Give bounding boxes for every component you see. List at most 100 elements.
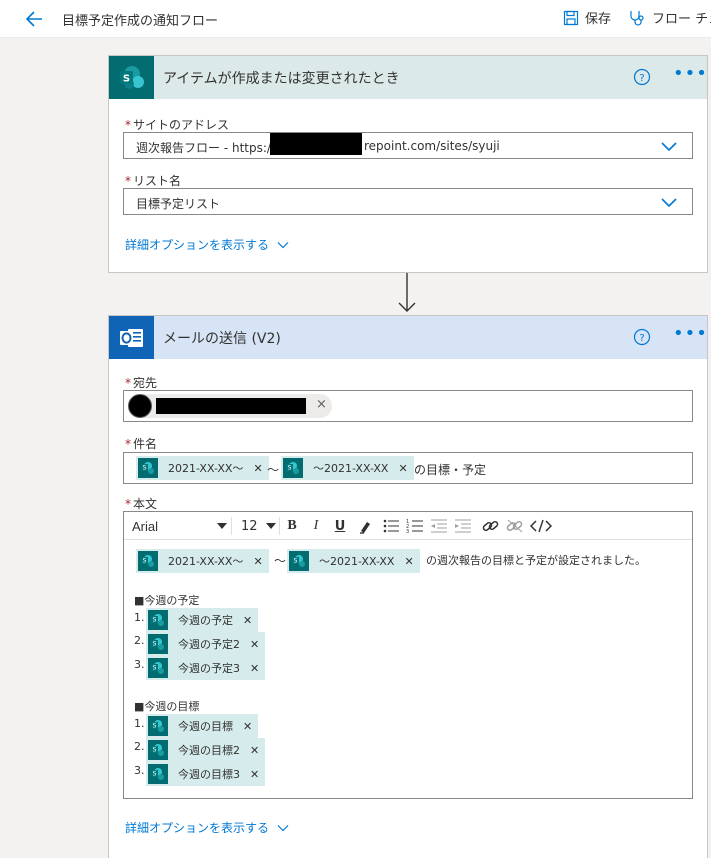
close-icon[interactable]: ✕	[250, 638, 259, 651]
close-icon[interactable]: ✕	[250, 768, 259, 781]
dynamic-content-token[interactable]: S ～2021-XX-XX ✕	[287, 549, 420, 573]
list-name-dropdown[interactable]: 目標予定リスト	[123, 188, 693, 215]
token-label: 今週の予定3	[178, 662, 240, 675]
close-icon[interactable]: ✕	[250, 744, 259, 757]
dynamic-content-token[interactable]: S 今週の目標3 ✕	[146, 762, 266, 786]
sharepoint-icon: S	[148, 716, 168, 736]
token-label: 2021-XX-XX～	[168, 555, 244, 568]
close-icon[interactable]: ✕	[404, 555, 413, 568]
dynamic-content-token[interactable]: S 2021-XX-XX～ ✕	[136, 549, 269, 573]
recipient-chip[interactable]: ×	[128, 394, 332, 418]
token-label: ～2021-XX-XX	[319, 555, 395, 568]
subject-suffix: の目標・予定	[414, 463, 487, 477]
token-label: 今週の予定	[178, 614, 233, 627]
token-label: 今週の予定2	[178, 638, 240, 651]
dynamic-content-token[interactable]: S 今週の予定2 ✕	[146, 632, 266, 656]
link-icon[interactable]	[482, 517, 500, 535]
list-name-value: 目標予定リスト	[136, 197, 221, 211]
save-button[interactable]: 保存	[563, 8, 611, 27]
more-options-icon[interactable]: •••	[673, 65, 708, 83]
dynamic-content-token[interactable]: S 2021-XX-XX～ ✕	[136, 456, 269, 480]
list-name-label: * リスト名	[125, 174, 182, 188]
svg-text:S: S	[288, 465, 292, 472]
command-bar: 目標予定作成の通知フロー 保存 フロー チェッ	[0, 0, 711, 38]
italic-icon[interactable]: I	[308, 517, 324, 535]
svg-text:S: S	[153, 771, 157, 778]
subject-field[interactable]: S 2021-XX-XX～ ✕ ～ S ～2021-XX-XX ✕ の目標・予定	[123, 452, 693, 484]
show-advanced-options-link[interactable]: 詳細オプションを表示する	[125, 236, 289, 253]
subject-separator: ～	[267, 463, 280, 477]
font-family-select[interactable]: Arial	[128, 517, 232, 535]
close-icon[interactable]: ×	[316, 397, 327, 412]
token-label: ～2021-XX-XX	[313, 462, 389, 475]
font-size-value: 12	[241, 518, 258, 534]
site-address-value-suffix: repoint.com/sites/syuji	[364, 139, 500, 153]
trigger-card-header[interactable]: S アイテムが作成または変更されたとき ? •••	[109, 56, 707, 99]
close-icon[interactable]: ✕	[253, 555, 262, 568]
sharepoint-icon: S	[148, 740, 168, 760]
dynamic-content-token[interactable]: S 今週の予定 ✕	[146, 608, 259, 632]
increase-indent-icon[interactable]	[454, 517, 472, 535]
site-address-dropdown[interactable]: 週次報告フロー - https:// repoint.com/sites/syu…	[123, 132, 693, 159]
list-number: 1.	[134, 717, 145, 730]
sharepoint-icon: S	[109, 56, 154, 99]
show-advanced-options-link[interactable]: 詳細オプションを表示する	[125, 819, 289, 836]
unlink-icon[interactable]	[506, 517, 524, 535]
numbered-list-icon[interactable]: 123	[406, 517, 424, 535]
redacted-block	[156, 398, 306, 414]
send-email-card-header[interactable]: メールの送信 (V2) ? •••	[109, 316, 707, 359]
caret-down-icon	[217, 523, 227, 529]
bold-icon[interactable]: B	[284, 517, 300, 535]
body-sentence: の週次報告の目標と予定が設定されました。	[426, 554, 646, 567]
svg-text:S: S	[153, 747, 157, 754]
highlighter-icon[interactable]	[358, 517, 374, 535]
chevron-down-icon[interactable]	[660, 195, 678, 209]
send-email-title: メールの送信 (V2)	[163, 331, 281, 347]
dynamic-content-token[interactable]: S 今週の目標 ✕	[146, 714, 259, 738]
dynamic-content-token[interactable]: S ～2021-XX-XX ✕	[281, 456, 414, 480]
close-icon[interactable]: ✕	[398, 462, 407, 475]
to-field[interactable]: ×	[123, 390, 693, 422]
close-icon[interactable]: ✕	[243, 614, 252, 627]
svg-text:S: S	[143, 465, 147, 472]
close-icon[interactable]: ✕	[243, 720, 252, 733]
flow-title: 目標予定作成の通知フロー	[62, 14, 219, 29]
list-number: 2.	[134, 634, 145, 647]
avatar	[128, 394, 152, 418]
more-options-icon[interactable]: •••	[673, 325, 708, 343]
flow-checker-button[interactable]: フロー チェッ	[628, 8, 711, 27]
svg-text:S: S	[153, 641, 157, 648]
sharepoint-icon: S	[138, 458, 158, 478]
help-icon[interactable]: ?	[633, 328, 651, 346]
body-label: * 本文	[125, 497, 158, 511]
chevron-down-icon[interactable]	[660, 139, 678, 153]
svg-text:S: S	[143, 558, 147, 565]
font-size-select[interactable]: 12	[238, 517, 280, 535]
advanced-options-label: 詳細オプションを表示する	[125, 238, 270, 252]
decrease-indent-icon[interactable]	[430, 517, 448, 535]
back-arrow-icon[interactable]	[22, 7, 48, 31]
dynamic-content-token[interactable]: S 今週の目標2 ✕	[146, 738, 266, 762]
svg-text:?: ?	[639, 73, 644, 84]
rich-text-toolbar: Arial 12 B I U 123	[124, 512, 692, 540]
advanced-options-label: 詳細オプションを表示する	[125, 821, 270, 835]
body-editor[interactable]: Arial 12 B I U 123 S 2021-XX-XX～ ✕ ～ S ～…	[123, 511, 693, 799]
font-family-value: Arial	[132, 518, 159, 534]
chevron-down-icon	[277, 241, 289, 248]
connector-arrow-icon	[398, 273, 416, 312]
sharepoint-icon: S	[138, 551, 158, 571]
close-icon[interactable]: ✕	[250, 662, 259, 675]
close-icon[interactable]: ✕	[253, 462, 262, 475]
dynamic-content-token[interactable]: S 今週の予定3 ✕	[146, 656, 266, 680]
list-number: 3.	[134, 658, 145, 671]
help-icon[interactable]: ?	[633, 68, 651, 86]
sharepoint-icon: S	[148, 634, 168, 654]
sharepoint-icon: S	[148, 658, 168, 678]
svg-text:?: ?	[639, 333, 644, 344]
underline-icon[interactable]: U	[332, 517, 348, 535]
code-view-icon[interactable]	[530, 517, 552, 535]
svg-text:S: S	[153, 665, 157, 672]
trigger-title: アイテムが作成または変更されたとき	[163, 71, 400, 87]
bulleted-list-icon[interactable]	[382, 517, 400, 535]
site-address-label: * サイトのアドレス	[125, 118, 230, 132]
